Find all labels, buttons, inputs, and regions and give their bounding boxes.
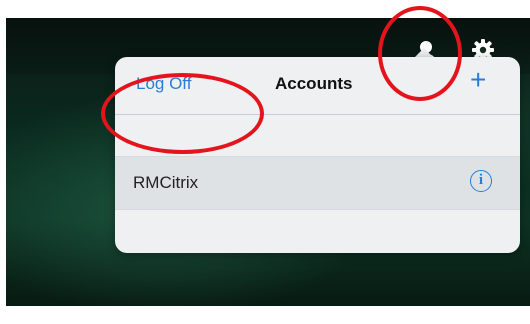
info-icon[interactable]: i [470,170,492,192]
add-account-button[interactable]: + [470,64,486,96]
account-name: RMCitrix [133,173,199,192]
annotation-circle-user [378,6,462,101]
annotation-circle-logoff [101,73,264,154]
account-row[interactable]: RMCitrix i [115,156,520,210]
popover-title: Accounts [275,74,353,93]
